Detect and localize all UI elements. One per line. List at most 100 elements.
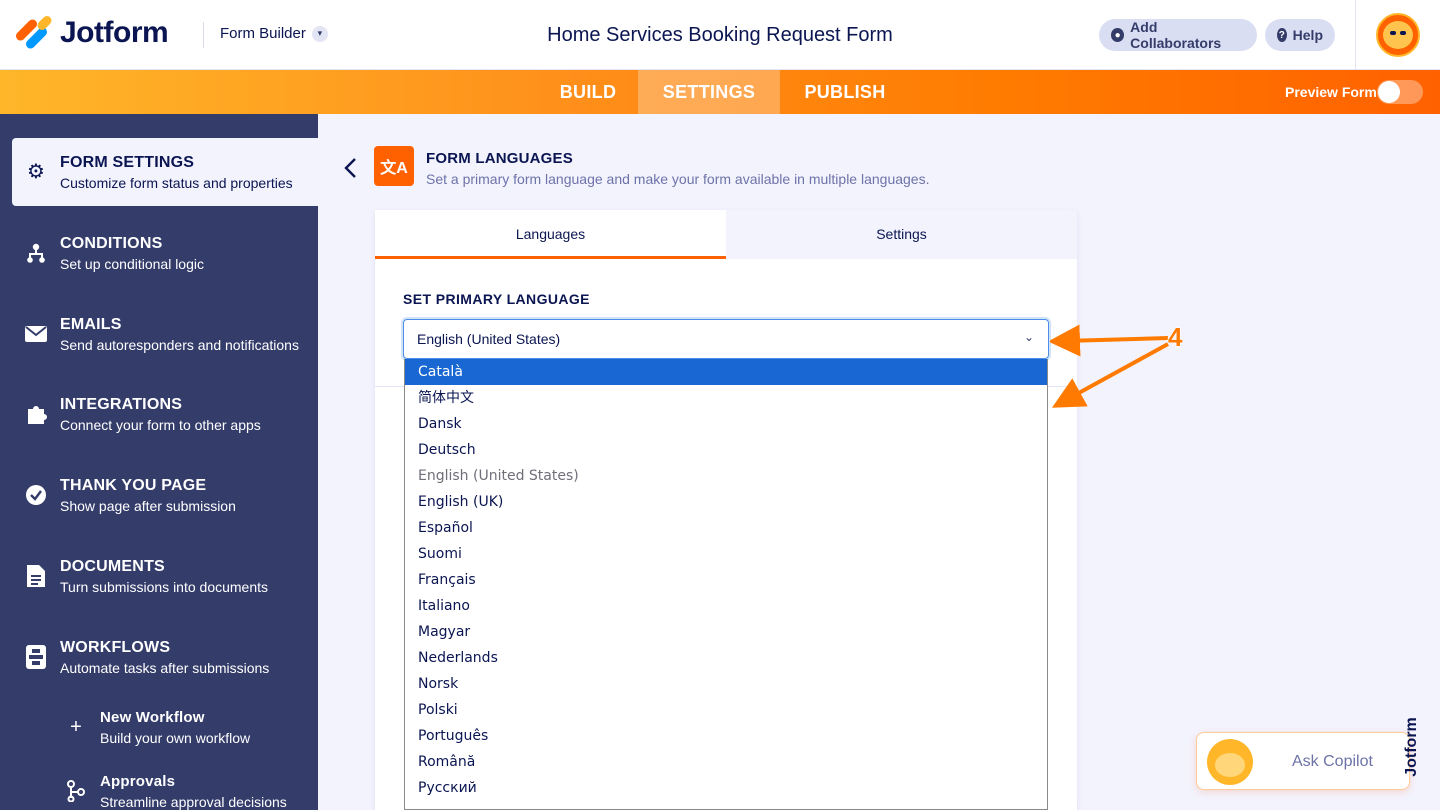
- language-option[interactable]: Русский: [405, 775, 1047, 801]
- language-option[interactable]: Deutsch: [405, 437, 1047, 463]
- primary-language-select[interactable]: English (United States) ⌄: [403, 319, 1049, 359]
- form-builder-menu[interactable]: Form Builder ▾: [220, 25, 328, 42]
- plus-icon: +: [70, 716, 82, 738]
- help-label: Help: [1292, 27, 1323, 43]
- sidebar-item-subtitle: Show page after submission: [60, 498, 236, 514]
- side-brand-text: Jotform: [1402, 717, 1420, 777]
- sidebar-item-title: WORKFLOWS: [60, 639, 171, 656]
- approvals-icon: [64, 779, 88, 803]
- language-option[interactable]: Català: [405, 359, 1047, 385]
- sidebar-item-title: FORM SETTINGS: [60, 154, 195, 171]
- sidebar-item-new-workflow[interactable]: + New Workflow Build your own workflow: [12, 693, 318, 761]
- language-option[interactable]: Dansk: [405, 411, 1047, 437]
- sidebar-item-subtitle: Send autoresponders and notifications: [60, 337, 299, 353]
- gear-icon: ⚙: [27, 161, 45, 183]
- language-option[interactable]: Nederlands: [405, 645, 1047, 671]
- sidebar-item-title: EMAILS: [60, 316, 122, 333]
- logo-text: Jotform: [60, 16, 169, 49]
- sidebar-item-approvals[interactable]: Approvals Streamline approval decisions: [12, 757, 318, 810]
- jotform-logo-icon: [14, 14, 54, 51]
- language-option[interactable]: English (UK): [405, 489, 1047, 515]
- header-divider: [203, 22, 204, 48]
- ask-copilot-button[interactable]: Ask Copilot: [1196, 732, 1410, 790]
- add-collaborators-button[interactable]: ● Add Collaborators: [1099, 19, 1257, 51]
- language-option[interactable]: Português: [405, 723, 1047, 749]
- chevron-left-icon: [344, 158, 356, 178]
- sidebar-item-title: THANK YOU PAGE: [60, 477, 207, 494]
- language-dropdown-list[interactable]: Català 简体中文 Dansk Deutsch English (United St…: [404, 359, 1048, 810]
- main-nav: BUILD SETTINGS PUBLISH Preview Form: [0, 70, 1440, 114]
- sidebar-item-subtitle: Automate tasks after submissions: [60, 660, 270, 676]
- check-circle-icon: [24, 483, 48, 507]
- sidebar-item-subtitle: Customize form status and properties: [60, 175, 293, 191]
- annotation-arrow-to-select: [1050, 324, 1169, 357]
- sidebar-item-title: Approvals: [100, 773, 176, 790]
- sidebar-item-form-settings[interactable]: ⚙ FORM SETTINGS Customize form status an…: [12, 138, 318, 206]
- language-option[interactable]: Română: [405, 749, 1047, 775]
- tab-build[interactable]: BUILD: [538, 70, 638, 114]
- language-option[interactable]: Italiano: [405, 593, 1047, 619]
- add-collaborators-label: Add Collaborators: [1130, 19, 1222, 51]
- language-option[interactable]: Magyar: [405, 619, 1047, 645]
- sidebar-item-documents[interactable]: DOCUMENTS Turn submissions into document…: [12, 542, 318, 610]
- copilot-cat-icon: [1207, 739, 1253, 785]
- preview-form-toggle[interactable]: [1377, 80, 1423, 104]
- question-icon: ?: [1277, 28, 1287, 42]
- language-option[interactable]: Français: [405, 567, 1047, 593]
- section-title: FORM LANGUAGES: [426, 150, 573, 167]
- sidebar-item-conditions[interactable]: CONDITIONS Set up conditional logic: [12, 219, 318, 287]
- tab-settings[interactable]: SETTINGS: [638, 70, 780, 114]
- tab-language-settings[interactable]: Settings: [726, 210, 1077, 259]
- conditions-icon: [24, 241, 48, 265]
- avatar[interactable]: [1376, 13, 1420, 57]
- language-option[interactable]: Suomi: [405, 541, 1047, 567]
- annotation-arrow-to-list: [1051, 342, 1169, 408]
- sidebar-item-subtitle: Set up conditional logic: [60, 256, 204, 272]
- language-option[interactable]: Norsk: [405, 671, 1047, 697]
- preview-form-label: Preview Form: [1285, 84, 1377, 100]
- form-title[interactable]: Home Services Booking Request Form: [547, 24, 893, 46]
- language-option: English (United States): [418, 468, 579, 484]
- language-option[interactable]: Polski: [405, 697, 1047, 723]
- cat-avatar-icon: [1383, 21, 1413, 49]
- chevron-down-icon: ▾: [311, 25, 328, 42]
- form-builder-label: Form Builder: [220, 25, 306, 42]
- sidebar-item-title: CONDITIONS: [60, 235, 163, 252]
- translate-icon: 文A: [374, 146, 414, 186]
- sidebar-item-title: New Workflow: [100, 709, 205, 726]
- workflow-icon: [24, 645, 48, 669]
- top-header: Jotform Form Builder ▾ Home Services Boo…: [0, 0, 1440, 70]
- sidebar-item-integrations[interactable]: INTEGRATIONS Connect your form to other …: [12, 380, 318, 448]
- document-icon: [24, 564, 48, 588]
- sidebar-item-title: DOCUMENTS: [60, 558, 165, 575]
- language-option[interactable]: Español: [405, 515, 1047, 541]
- sidebar-item-workflows[interactable]: WORKFLOWS Automate tasks after submissio…: [12, 623, 318, 691]
- side-brand: Jotform: [1403, 700, 1436, 800]
- sidebar-item-subtitle: Turn submissions into documents: [60, 579, 269, 595]
- sidebar-item-emails[interactable]: EMAILS Send autoresponders and notificat…: [12, 300, 318, 368]
- panel-tabs: Languages Settings: [375, 210, 1077, 259]
- ask-copilot-label: Ask Copilot: [1292, 753, 1373, 770]
- section-subtitle: Set a primary form language and make you…: [426, 171, 930, 187]
- chevron-down-icon: ⌄: [1023, 330, 1034, 344]
- back-button[interactable]: [338, 154, 362, 182]
- selected-language: English (United States): [417, 331, 561, 347]
- settings-sidebar: ⚙ FORM SETTINGS Customize form status an…: [0, 114, 318, 810]
- toggle-knob: [1378, 81, 1400, 103]
- tab-publish[interactable]: PUBLISH: [780, 70, 910, 114]
- language-option[interactable]: 简体中文: [405, 385, 1047, 411]
- sidebar-item-subtitle: Streamline approval decisions: [100, 794, 287, 810]
- user-icon: ●: [1111, 28, 1125, 42]
- tab-languages[interactable]: Languages: [375, 210, 726, 259]
- sidebar-item-thank-you-page[interactable]: THANK YOU PAGE Show page after submissio…: [12, 461, 318, 529]
- envelope-icon: [24, 322, 48, 346]
- sidebar-item-subtitle: Connect your form to other apps: [60, 417, 261, 433]
- help-button[interactable]: ? Help: [1265, 19, 1335, 51]
- primary-language-label: SET PRIMARY LANGUAGE: [403, 291, 590, 307]
- puzzle-icon: [24, 402, 48, 426]
- sidebar-item-title: INTEGRATIONS: [60, 396, 183, 413]
- header-divider-right: [1355, 0, 1356, 70]
- annotation-step-number: 4: [1168, 322, 1183, 352]
- sidebar-item-subtitle: Build your own workflow: [100, 730, 251, 746]
- jotform-logo[interactable]: Jotform: [14, 14, 169, 51]
